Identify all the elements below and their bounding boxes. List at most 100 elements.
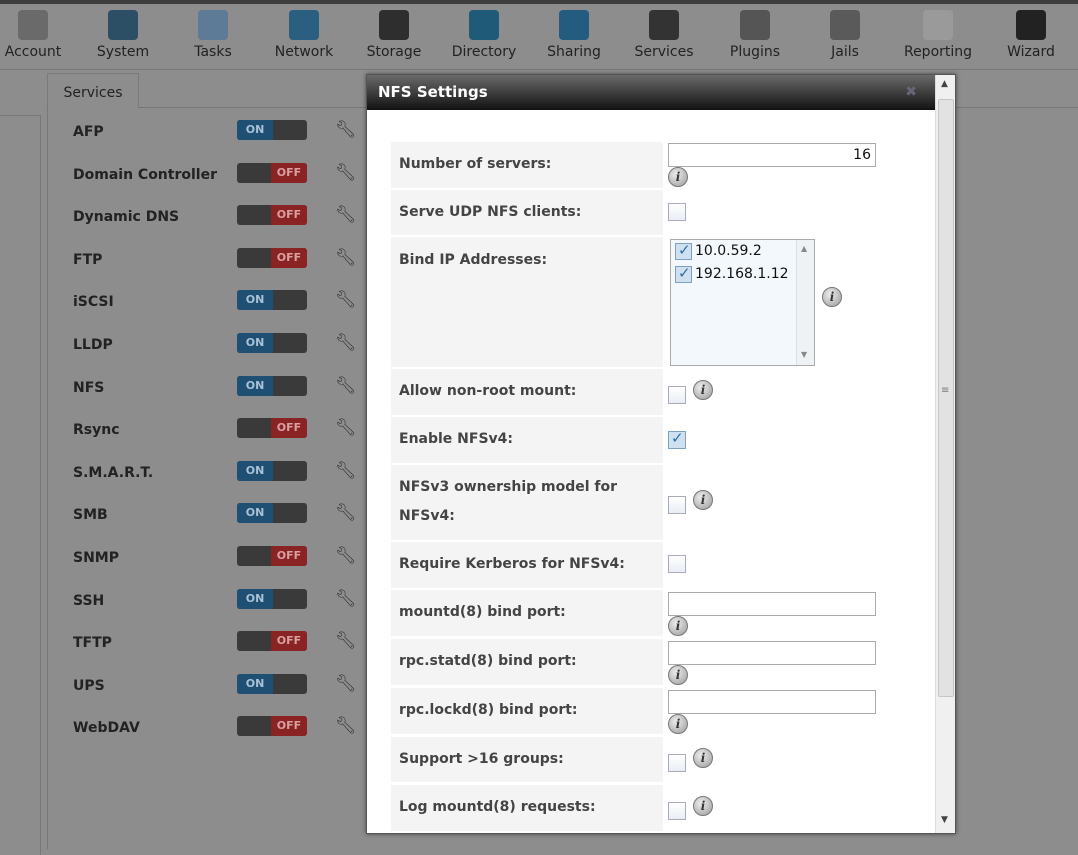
info-icon[interactable]: i	[693, 748, 713, 768]
nav-reporting[interactable]: Reporting	[893, 10, 983, 60]
wrench-icon[interactable]: 🔧︎	[335, 716, 357, 736]
service-name: Dynamic DNS	[73, 209, 180, 226]
enable-nfsv4-checkbox[interactable]	[668, 429, 686, 449]
info-icon[interactable]: i	[693, 380, 713, 400]
label: Support >16 groups:	[399, 751, 564, 767]
info-icon[interactable]: i	[822, 287, 842, 307]
service-toggle[interactable]: ON	[237, 588, 307, 609]
mountd-port-input[interactable]	[668, 592, 876, 616]
service-toggle[interactable]: ON	[237, 333, 307, 353]
wrench-icon[interactable]: 🔧︎	[335, 376, 357, 396]
service-name: Domain Controller	[73, 166, 217, 183]
serve-udp-checkbox[interactable]	[668, 203, 686, 221]
service-toggle[interactable]: ON	[237, 460, 307, 481]
ip-checkbox[interactable]	[675, 264, 692, 283]
left-panel	[0, 115, 41, 855]
info-icon[interactable]: i	[693, 796, 713, 816]
row-statd-port: rpc.statd(8) bind port: i	[391, 639, 931, 685]
wrench-icon[interactable]: 🔧︎	[335, 546, 357, 566]
jails-icon	[830, 10, 860, 40]
wrench-icon[interactable]: 🔧︎	[335, 631, 357, 651]
nav-system[interactable]: System	[78, 10, 168, 60]
service-toggle[interactable]: ON	[237, 375, 307, 396]
service-row: WebDAV OFF 🔧︎	[73, 716, 373, 742]
support-16-groups-checkbox[interactable]	[668, 754, 686, 772]
lockd-port-input[interactable]	[668, 690, 876, 714]
ip-checkbox[interactable]	[675, 241, 692, 260]
toggle-off-label: OFF	[271, 162, 307, 183]
nav-label: Account	[4, 44, 62, 60]
scroll-up-icon[interactable]: ▲	[941, 79, 948, 89]
directory-icon	[469, 10, 499, 40]
service-toggle[interactable]: OFF	[237, 205, 307, 226]
service-toggle[interactable]: ON	[237, 120, 307, 140]
dialog-scrollbar[interactable]: ▲ ≡ ▼	[935, 75, 955, 833]
nav-services[interactable]: Services	[619, 10, 709, 60]
wrench-icon[interactable]: 🔧︎	[335, 503, 357, 523]
scroll-down-icon[interactable]: ▼	[941, 815, 948, 825]
nav-tasks[interactable]: Tasks	[168, 10, 258, 60]
ip-option[interactable]: 192.168.1.12	[675, 264, 789, 285]
wrench-icon[interactable]: 🔧︎	[335, 163, 357, 183]
ip-label: 10.0.59.2	[695, 243, 762, 259]
wrench-icon[interactable]: 🔧︎	[335, 333, 357, 353]
service-toggle[interactable]: ON	[237, 673, 307, 694]
close-icon[interactable]: ✖	[905, 75, 917, 110]
info-icon[interactable]: i	[668, 714, 688, 734]
nav-storage[interactable]: Storage	[349, 10, 439, 60]
service-toggle[interactable]: OFF	[237, 162, 307, 183]
wrench-icon[interactable]: 🔧︎	[335, 674, 357, 694]
nav-directory[interactable]: Directory	[439, 10, 529, 60]
allow-nonroot-checkbox[interactable]	[668, 386, 686, 404]
statd-port-input[interactable]	[668, 641, 876, 665]
nav-jails[interactable]: Jails	[800, 10, 890, 60]
service-toggle[interactable]: OFF	[237, 546, 307, 566]
wrench-icon[interactable]: 🔧︎	[335, 205, 357, 225]
require-kerberos-checkbox[interactable]	[668, 555, 686, 573]
wrench-icon[interactable]: 🔧︎	[335, 418, 357, 438]
listbox-scrollbar[interactable]: ▲ ▼	[796, 240, 814, 365]
nav-sharing[interactable]: Sharing	[529, 10, 619, 60]
toggle-off-label: OFF	[271, 247, 307, 268]
scroll-thumb[interactable]	[938, 99, 954, 697]
service-row: iSCSI ON 🔧︎	[73, 290, 373, 316]
bind-ip-listbox[interactable]: 10.0.59.2 192.168.1.12 ▲▼	[670, 239, 815, 366]
label: rpc.statd(8) bind port:	[399, 653, 577, 669]
wrench-icon[interactable]: 🔧︎	[335, 290, 357, 310]
service-toggle[interactable]: ON	[237, 503, 307, 524]
nav-label: Storage	[366, 44, 422, 60]
nav-wizard[interactable]: Wizard	[986, 10, 1076, 60]
label: Bind IP Addresses:	[399, 252, 548, 268]
service-row: S.M.A.R.T. ON 🔧︎	[73, 460, 373, 487]
service-name: SSH	[73, 592, 105, 609]
nav-plugins[interactable]: Plugins	[710, 10, 800, 60]
info-icon[interactable]: i	[668, 167, 688, 187]
service-name: NFS	[73, 379, 105, 396]
tab-services[interactable]: Services	[47, 73, 139, 108]
toggle-off-label: OFF	[271, 631, 307, 652]
service-toggle[interactable]: OFF	[237, 418, 307, 439]
number-of-servers-input[interactable]: 16	[668, 143, 876, 167]
wrench-icon[interactable]: 🔧︎	[335, 589, 357, 609]
log-mountd-checkbox[interactable]	[668, 802, 686, 820]
nav-label: Wizard	[1007, 44, 1055, 60]
nav-network[interactable]: Network	[259, 10, 349, 60]
service-toggle[interactable]: OFF	[237, 247, 307, 268]
info-icon[interactable]: i	[668, 665, 688, 685]
wrench-icon[interactable]: 🔧︎	[335, 248, 357, 268]
ip-option[interactable]: 10.0.59.2	[675, 241, 762, 262]
wrench-icon[interactable]: 🔧︎	[335, 461, 357, 481]
dialog-header: NFS Settings ✖	[367, 75, 935, 110]
service-toggle[interactable]: ON	[237, 290, 307, 311]
nfsv3-ownership-checkbox[interactable]	[668, 496, 686, 514]
service-toggle[interactable]: OFF	[237, 716, 307, 737]
wrench-icon[interactable]: 🔧︎	[335, 120, 357, 140]
toggle-on-label: ON	[237, 588, 273, 609]
main-nav: Account System Tasks Network Storage Director…	[0, 4, 1078, 70]
label: rpc.lockd(8) bind port:	[399, 702, 578, 718]
info-icon[interactable]: i	[668, 616, 688, 636]
info-icon[interactable]: i	[693, 490, 713, 510]
service-toggle[interactable]: OFF	[237, 631, 307, 652]
service-row: NFS ON 🔧︎	[73, 375, 373, 402]
nav-account[interactable]: Account	[0, 10, 78, 60]
